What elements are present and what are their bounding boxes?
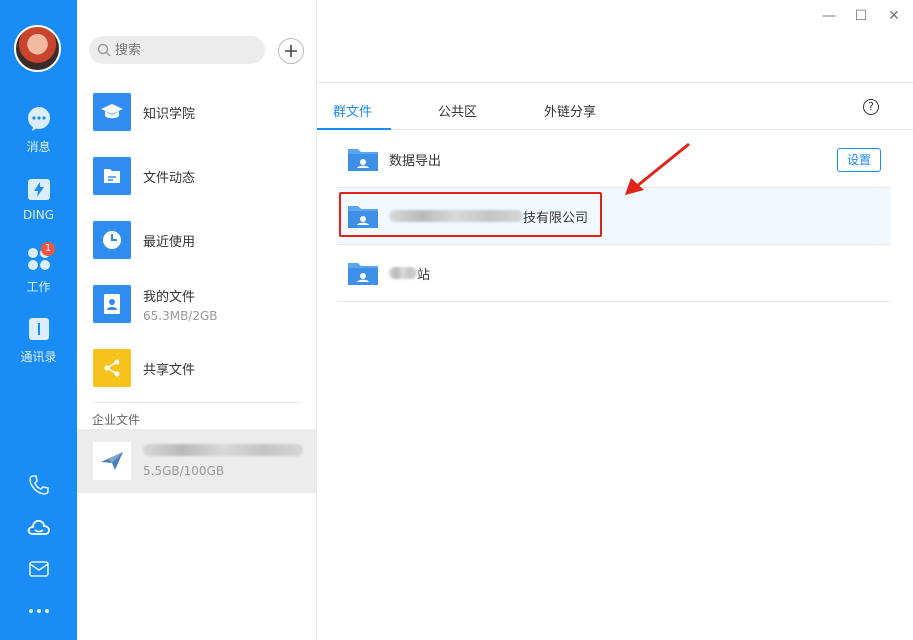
search-input[interactable] <box>115 42 245 58</box>
company-logo <box>93 442 131 480</box>
tab-bar: 群文件 公共区 外链分享 ? <box>317 82 913 130</box>
file-name: 数据导出 <box>389 153 442 169</box>
active-tab-indicator <box>317 128 391 130</box>
rail-item-work[interactable]: 1 工作 <box>0 242 77 295</box>
file-row[interactable]: 数据导出 设置 <box>337 131 891 188</box>
nav-label: 知识学院 <box>143 106 196 122</box>
search-box[interactable] <box>89 36 265 64</box>
mail-icon <box>28 561 49 577</box>
tab-external-share[interactable]: 外链分享 <box>544 101 596 120</box>
annotation-arrow <box>625 142 690 195</box>
rail-item-contacts[interactable]: 通讯录 <box>0 316 77 365</box>
cloud-icon <box>27 519 50 535</box>
nav-item-recent[interactable]: 最近使用 <box>77 208 316 272</box>
enterprise-info: 5.5GB/100GB <box>143 444 303 478</box>
file-content-panel: — ☐ ✕ 群文件 公共区 外链分享 ? 数据导出 设置 技有限公司 站 <box>317 0 913 640</box>
graduation-cap-icon <box>93 93 131 131</box>
nav-label-group: 我的文件 65.3MB/2GB <box>143 286 218 323</box>
redacted-text <box>389 267 417 279</box>
left-rail: 消息 DING 1 工作 通讯录 <box>0 0 77 640</box>
message-icon <box>27 107 50 131</box>
notification-badge: 1 <box>41 242 55 256</box>
folder-icon <box>348 263 378 285</box>
app-window: 消息 DING 1 工作 通讯录 搜索 知识学院 文件动态 最近使用 我的文件 … <box>0 0 913 640</box>
file-activity-icon <box>93 157 131 195</box>
minimize-button[interactable]: — <box>821 8 837 24</box>
rail-label: 通讯录 <box>20 350 57 364</box>
file-name-group: 站 <box>389 264 430 283</box>
nav-item-file-activity[interactable]: 文件动态 <box>77 144 316 208</box>
contacts-icon <box>28 318 49 340</box>
rail-label: 工作 <box>26 280 51 294</box>
rail-item-messages[interactable]: 消息 <box>0 106 77 155</box>
more-button[interactable] <box>0 602 77 621</box>
more-icon <box>28 609 49 613</box>
phone-icon <box>28 475 49 495</box>
avatar[interactable] <box>14 25 61 72</box>
maximize-button[interactable]: ☐ <box>853 8 869 24</box>
storage-usage: 65.3MB/2GB <box>143 308 218 323</box>
close-button[interactable]: ✕ <box>886 8 902 24</box>
enterprise-usage: 5.5GB/100GB <box>143 464 225 478</box>
clock-icon <box>93 221 131 259</box>
file-name: 站 <box>417 267 431 283</box>
search-icon <box>97 43 111 57</box>
nav-item-shared[interactable]: 共享文件 <box>77 336 316 400</box>
phone-button[interactable] <box>0 473 77 501</box>
plus-icon <box>285 45 297 57</box>
rail-label: DING <box>22 208 55 222</box>
settings-button[interactable]: 设置 <box>837 148 881 172</box>
section-label: 企业文件 <box>92 413 141 427</box>
highlight-box <box>339 192 602 237</box>
mail-button[interactable] <box>0 558 77 584</box>
add-button[interactable] <box>278 38 304 64</box>
cloud-button[interactable] <box>0 515 77 543</box>
share-icon <box>93 349 131 387</box>
tab-public-area[interactable]: 公共区 <box>438 101 477 120</box>
nav-item-my-files[interactable]: 我的文件 65.3MB/2GB <box>77 272 316 336</box>
user-file-icon <box>93 285 131 323</box>
tab-group-files[interactable]: 群文件 <box>333 101 372 120</box>
rail-label: 消息 <box>26 140 51 154</box>
help-icon[interactable]: ? <box>863 99 879 115</box>
enterprise-file-item[interactable]: 5.5GB/100GB <box>77 429 316 493</box>
file-nav-panel: 知识学院 文件动态 最近使用 我的文件 65.3MB/2GB <box>77 0 317 640</box>
nav-label: 最近使用 <box>143 234 196 250</box>
nav-label: 共享文件 <box>143 362 196 378</box>
rail-item-ding[interactable]: DING <box>0 176 77 222</box>
file-row[interactable]: 站 <box>337 245 891 302</box>
nav-label: 文件动态 <box>143 170 196 186</box>
divider <box>93 402 301 403</box>
redacted-company-name <box>143 444 303 456</box>
ding-icon <box>27 179 50 200</box>
folder-icon <box>348 149 378 171</box>
nav-item-knowledge[interactable]: 知识学院 <box>77 80 316 144</box>
nav-label: 我的文件 <box>143 289 196 305</box>
